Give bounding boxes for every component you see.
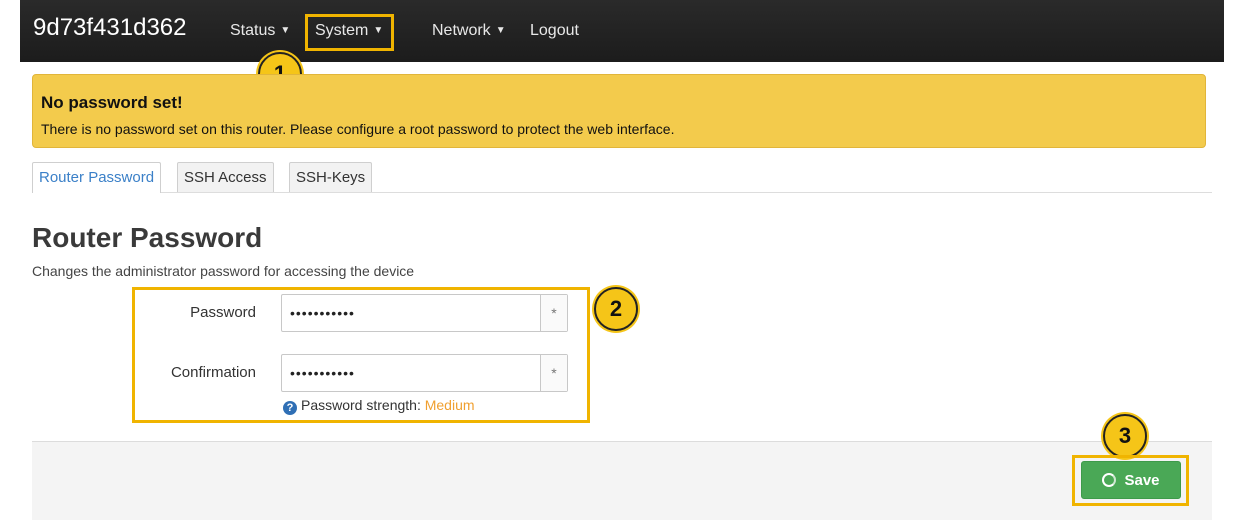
chevron-down-icon: ▼ <box>280 25 291 36</box>
nav-network-label: Network <box>432 22 491 39</box>
alert-title: No password set! <box>41 93 183 112</box>
reveal-confirmation-button[interactable]: * <box>540 355 567 391</box>
confirmation-label: Confirmation <box>170 364 256 381</box>
nav-status-label: Status <box>230 22 276 39</box>
alert-message: There is no password set on this router.… <box>41 121 675 137</box>
no-password-alert: No password set! There is no password se… <box>32 74 1206 148</box>
strength-value: Medium <box>424 397 475 413</box>
top-navbar: 9d73f431d362 Status ▼ System ▼ Network ▼ Lo… <box>20 0 1224 62</box>
password-label: Password <box>190 304 256 321</box>
confirmation-field-group: * <box>281 354 568 392</box>
reveal-password-button[interactable]: * <box>540 295 567 331</box>
password-strength: ? Password strength: Medium <box>283 397 475 415</box>
brand-hostname[interactable]: 9d73f431d362 <box>33 14 187 42</box>
form-actions-bar <box>32 441 1212 520</box>
strength-label: Password strength: <box>301 397 425 413</box>
step-badge-2: 2 <box>594 287 638 331</box>
tab-ssh-access[interactable]: SSH Access <box>177 162 274 192</box>
save-spinner-icon <box>1102 473 1117 487</box>
page-title: Router Password <box>32 222 263 253</box>
confirmation-input[interactable] <box>282 355 541 391</box>
password-field-group: * <box>281 294 568 332</box>
page-description: Changes the administrator password for a… <box>32 263 415 279</box>
system-highlight-box <box>305 14 394 51</box>
chevron-down-icon: ▼ <box>495 25 506 36</box>
tab-ssh-keys[interactable]: SSH-Keys <box>289 162 373 192</box>
tabs-divider <box>32 192 1212 193</box>
nav-status-menu[interactable]: Status ▼ <box>230 22 290 40</box>
save-label: Save <box>1124 471 1160 489</box>
step-badge-3: 3 <box>1103 414 1147 458</box>
password-input[interactable] <box>282 295 541 331</box>
save-button[interactable]: Save <box>1081 461 1181 499</box>
nav-network-menu[interactable]: Network ▼ <box>432 22 506 40</box>
help-icon[interactable]: ? <box>283 401 297 415</box>
tab-router-password[interactable]: Router Password <box>32 162 162 193</box>
nav-logout-link[interactable]: Logout <box>530 22 579 40</box>
